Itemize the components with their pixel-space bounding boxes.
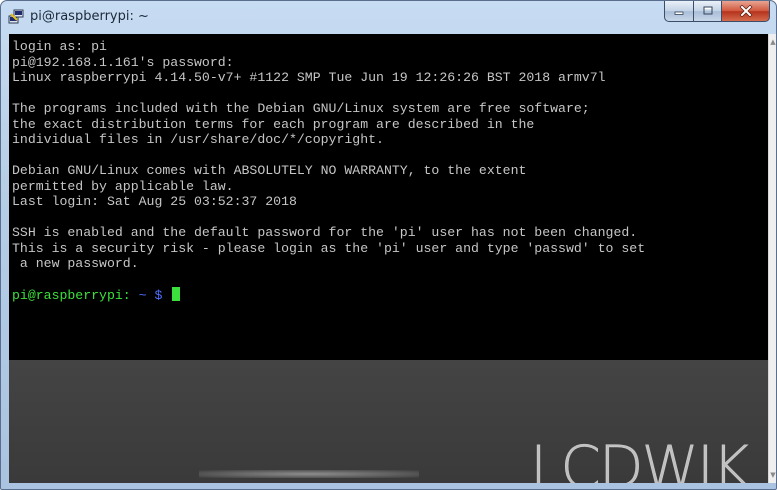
close-icon: [739, 5, 752, 17]
window-controls: [664, 1, 770, 23]
title-bar[interactable]: pi@raspberrypi: ~: [1, 1, 776, 33]
terminal-line: pi@192.168.1.161's password:: [12, 54, 234, 70]
terminal-line: SSH is enabled and the default password …: [12, 225, 638, 240]
putty-icon[interactable]: [8, 9, 24, 25]
terminal-line: individual files in /usr/share/doc/*/cop…: [12, 132, 384, 147]
terminal-line: Linux raspberrypi 4.14.50-v7+ #1122 SMP …: [12, 70, 606, 85]
close-button[interactable]: [722, 1, 770, 22]
terminal-output[interactable]: login as: pi pi@192.168.1.161's password:…: [9, 34, 768, 360]
terminal-line: This is a security risk - please login a…: [12, 240, 646, 256]
maximize-icon: [703, 6, 712, 15]
prompt-user-host: pi@raspberrypi:: [12, 288, 131, 303]
watermark: LCDWIK: [530, 433, 750, 483]
window-title: pi@raspberrypi: ~: [30, 9, 149, 24]
terminal-line: login as: pi: [12, 39, 107, 54]
maximize-button[interactable]: [694, 1, 722, 22]
prompt-line[interactable]: pi@raspberrypi: ~ $: [12, 287, 645, 303]
putty-window: pi@raspberrypi: ~ login as: pi pi@192.16…: [0, 0, 777, 490]
scroll-up-arrow-icon[interactable]: ▲: [769, 37, 777, 47]
terminal-line: the exact distribution terms for each pr…: [12, 116, 535, 132]
scroll-down-arrow-icon[interactable]: ▼: [769, 470, 777, 480]
terminal-empty-area: LCDWIK: [9, 360, 768, 483]
terminal-line: a new password.: [12, 256, 139, 271]
light-streak: [199, 470, 419, 478]
minimize-button[interactable]: [664, 1, 694, 22]
terminal-text: login as: pi pi@192.168.1.161's password:…: [12, 39, 645, 303]
vertical-scrollbar[interactable]: ▲ ▼: [768, 34, 776, 483]
terminal-line: Last login: Sat Aug 25 03:52:37 2018: [12, 194, 297, 209]
terminal-line: Debian GNU/Linux comes with ABSOLUTELY N…: [12, 163, 527, 178]
minimize-icon: [674, 11, 684, 15]
terminal-cursor: [172, 287, 181, 301]
terminal-line: The programs included with the Debian GN…: [12, 101, 590, 116]
prompt-path-symbol: ~ $: [138, 288, 163, 303]
prompt-path: ~ $: [131, 288, 163, 303]
terminal-line: permitted by applicable law.: [12, 178, 234, 194]
